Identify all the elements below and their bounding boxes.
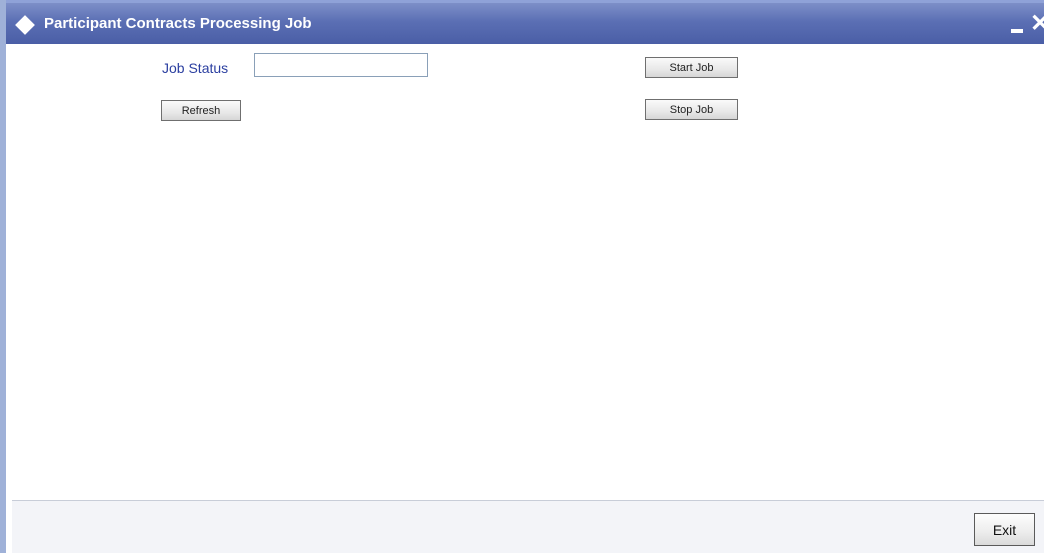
close-icon[interactable]: ✕ <box>1030 9 1044 39</box>
title-bar[interactable]: Participant Contracts Processing Job ✕ <box>6 0 1044 44</box>
job-status-input[interactable] <box>254 53 428 77</box>
job-window: Participant Contracts Processing Job ✕ J… <box>0 0 1044 553</box>
window-title: Participant Contracts Processing Job <box>44 15 312 32</box>
footer-bar: Exit <box>12 500 1044 553</box>
diamond-icon <box>15 15 35 35</box>
exit-button[interactable]: Exit <box>974 513 1035 546</box>
stop-job-button[interactable]: Stop Job <box>645 99 738 120</box>
minimize-icon[interactable] <box>1011 29 1023 33</box>
refresh-button[interactable]: Refresh <box>161 100 241 121</box>
job-status-label: Job Status <box>162 60 229 76</box>
start-job-button[interactable]: Start Job <box>645 57 738 78</box>
form-area: Job Status Refresh Start Job Stop Job <box>12 44 1044 500</box>
